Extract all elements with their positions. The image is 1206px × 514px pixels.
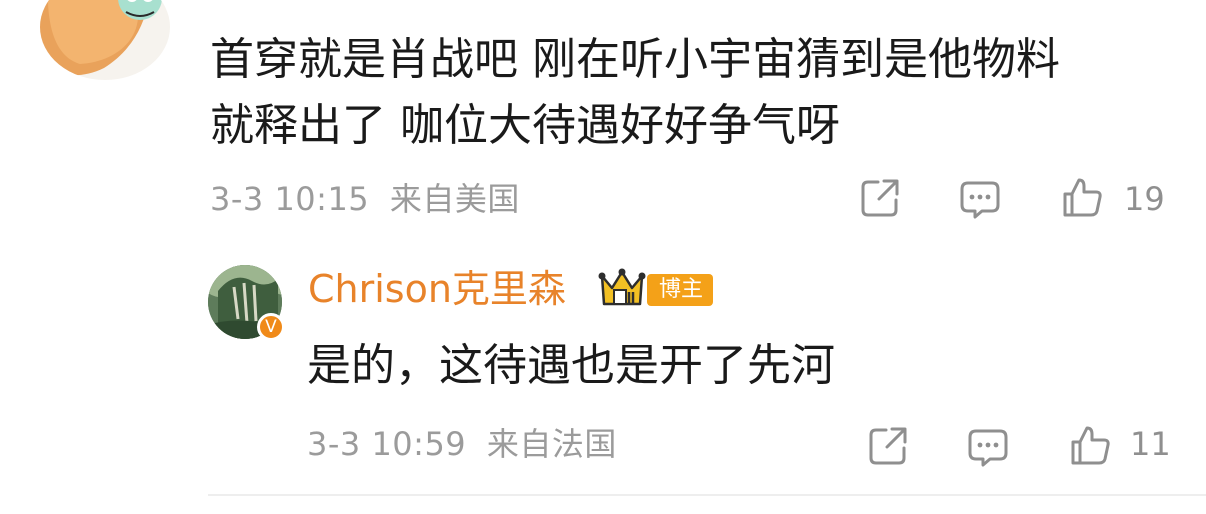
share-icon[interactable] (858, 176, 902, 220)
reply-icon[interactable] (966, 425, 1010, 469)
comment-text-line-1: 首穿就是肖战吧 刚在听小宇宙猜到是他物料 (210, 34, 1060, 85)
commenter-name-cropped[interactable] (212, 0, 482, 8)
divider (208, 494, 1206, 496)
reply-author-name[interactable]: Chrison克里森 (308, 264, 566, 314)
commenter-avatar[interactable] (40, 0, 170, 80)
author-tag: 博主 (647, 274, 714, 306)
share-icon[interactable] (866, 424, 910, 468)
reply-icon[interactable] (958, 177, 1002, 221)
reply-timestamp: 3-3 10:59 (307, 425, 467, 463)
comment-like-count: 19 (1124, 180, 1165, 218)
reply-location: 来自法国 (486, 425, 617, 463)
comment-text-line-2: 就释出了 咖位大待遇好好争气呀 (210, 100, 840, 151)
comment-location: 来自美国 (389, 180, 520, 218)
reply-meta: 3-3 10:59 来自法国 (307, 424, 617, 464)
comment-meta: 3-3 10:15 来自美国 (210, 179, 520, 219)
verified-badge-icon: V (257, 313, 285, 341)
reply-text: 是的，这待遇也是开了先河 (307, 340, 835, 391)
like-icon[interactable] (1068, 423, 1112, 467)
comment-timestamp: 3-3 10:15 (210, 180, 370, 218)
reply-like-count: 11 (1130, 425, 1171, 463)
like-icon[interactable] (1060, 175, 1104, 219)
crown-icon (598, 268, 654, 310)
